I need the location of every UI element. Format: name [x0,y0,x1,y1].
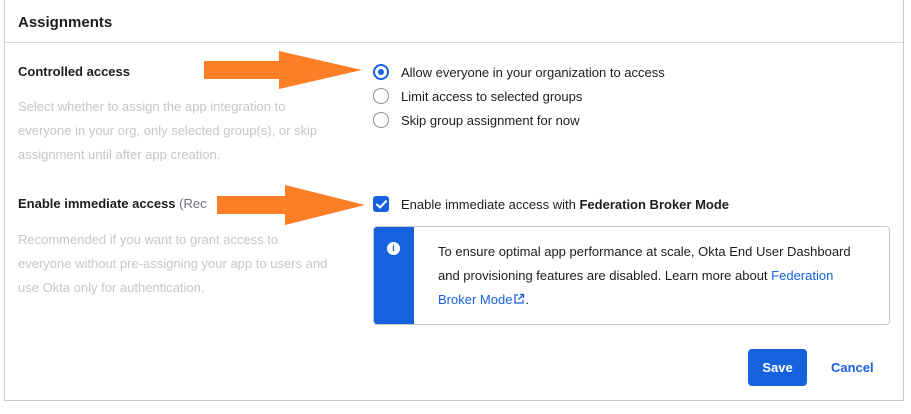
controlled-access-label: Controlled access [18,64,130,79]
federation-broker-checkbox-row[interactable]: Enable immediate access with Federation … [373,192,729,216]
assignments-panel: Assignments Controlled access Select whe… [4,0,904,401]
callout-bar: i [374,227,414,324]
controlled-access-radio-group: Allow everyone in your organization to a… [373,60,665,132]
radio-option-label: Allow everyone in your organization to a… [401,64,665,80]
section-title: Assignments [18,14,113,31]
cancel-button[interactable]: Cancel [827,349,878,386]
radio-button-checked[interactable] [373,64,389,80]
controlled-access-help: Select whether to assign the app integra… [18,99,318,162]
annotation-arrow [217,185,365,225]
immediate-access-help: Recommended if you want to grant access … [18,232,328,295]
radio-option-skip-assignment[interactable]: Skip group assignment for now [373,108,665,132]
external-link-icon [514,293,525,304]
radio-option-label: Skip group assignment for now [401,112,580,128]
radio-option-allow-everyone[interactable]: Allow everyone in your organization to a… [373,60,665,84]
checkbox-checked[interactable] [373,196,389,212]
radio-option-label: Limit access to selected groups [401,88,583,104]
checkbox-label-bold: Federation Broker Mode [579,196,730,212]
radio-button[interactable] [373,112,389,128]
checkmark-icon [375,199,387,208]
radio-button[interactable] [373,88,389,104]
radio-option-limit-groups[interactable]: Limit access to selected groups [373,84,665,108]
section-divider [5,42,903,43]
immediate-access-label-suffix: (Rec [179,196,207,211]
immediate-access-label: Enable immediate access (Rec [18,196,207,211]
callout-text: To ensure optimal app performance at sca… [438,244,851,307]
save-button[interactable]: Save [748,349,807,386]
checkbox-label: Enable immediate access with Federation … [401,196,730,212]
immediate-access-label-text: Enable immediate access [18,196,176,211]
info-icon: i [387,242,400,255]
annotation-arrow [204,51,362,89]
info-callout: i To ensure optimal app performance at s… [373,226,890,325]
